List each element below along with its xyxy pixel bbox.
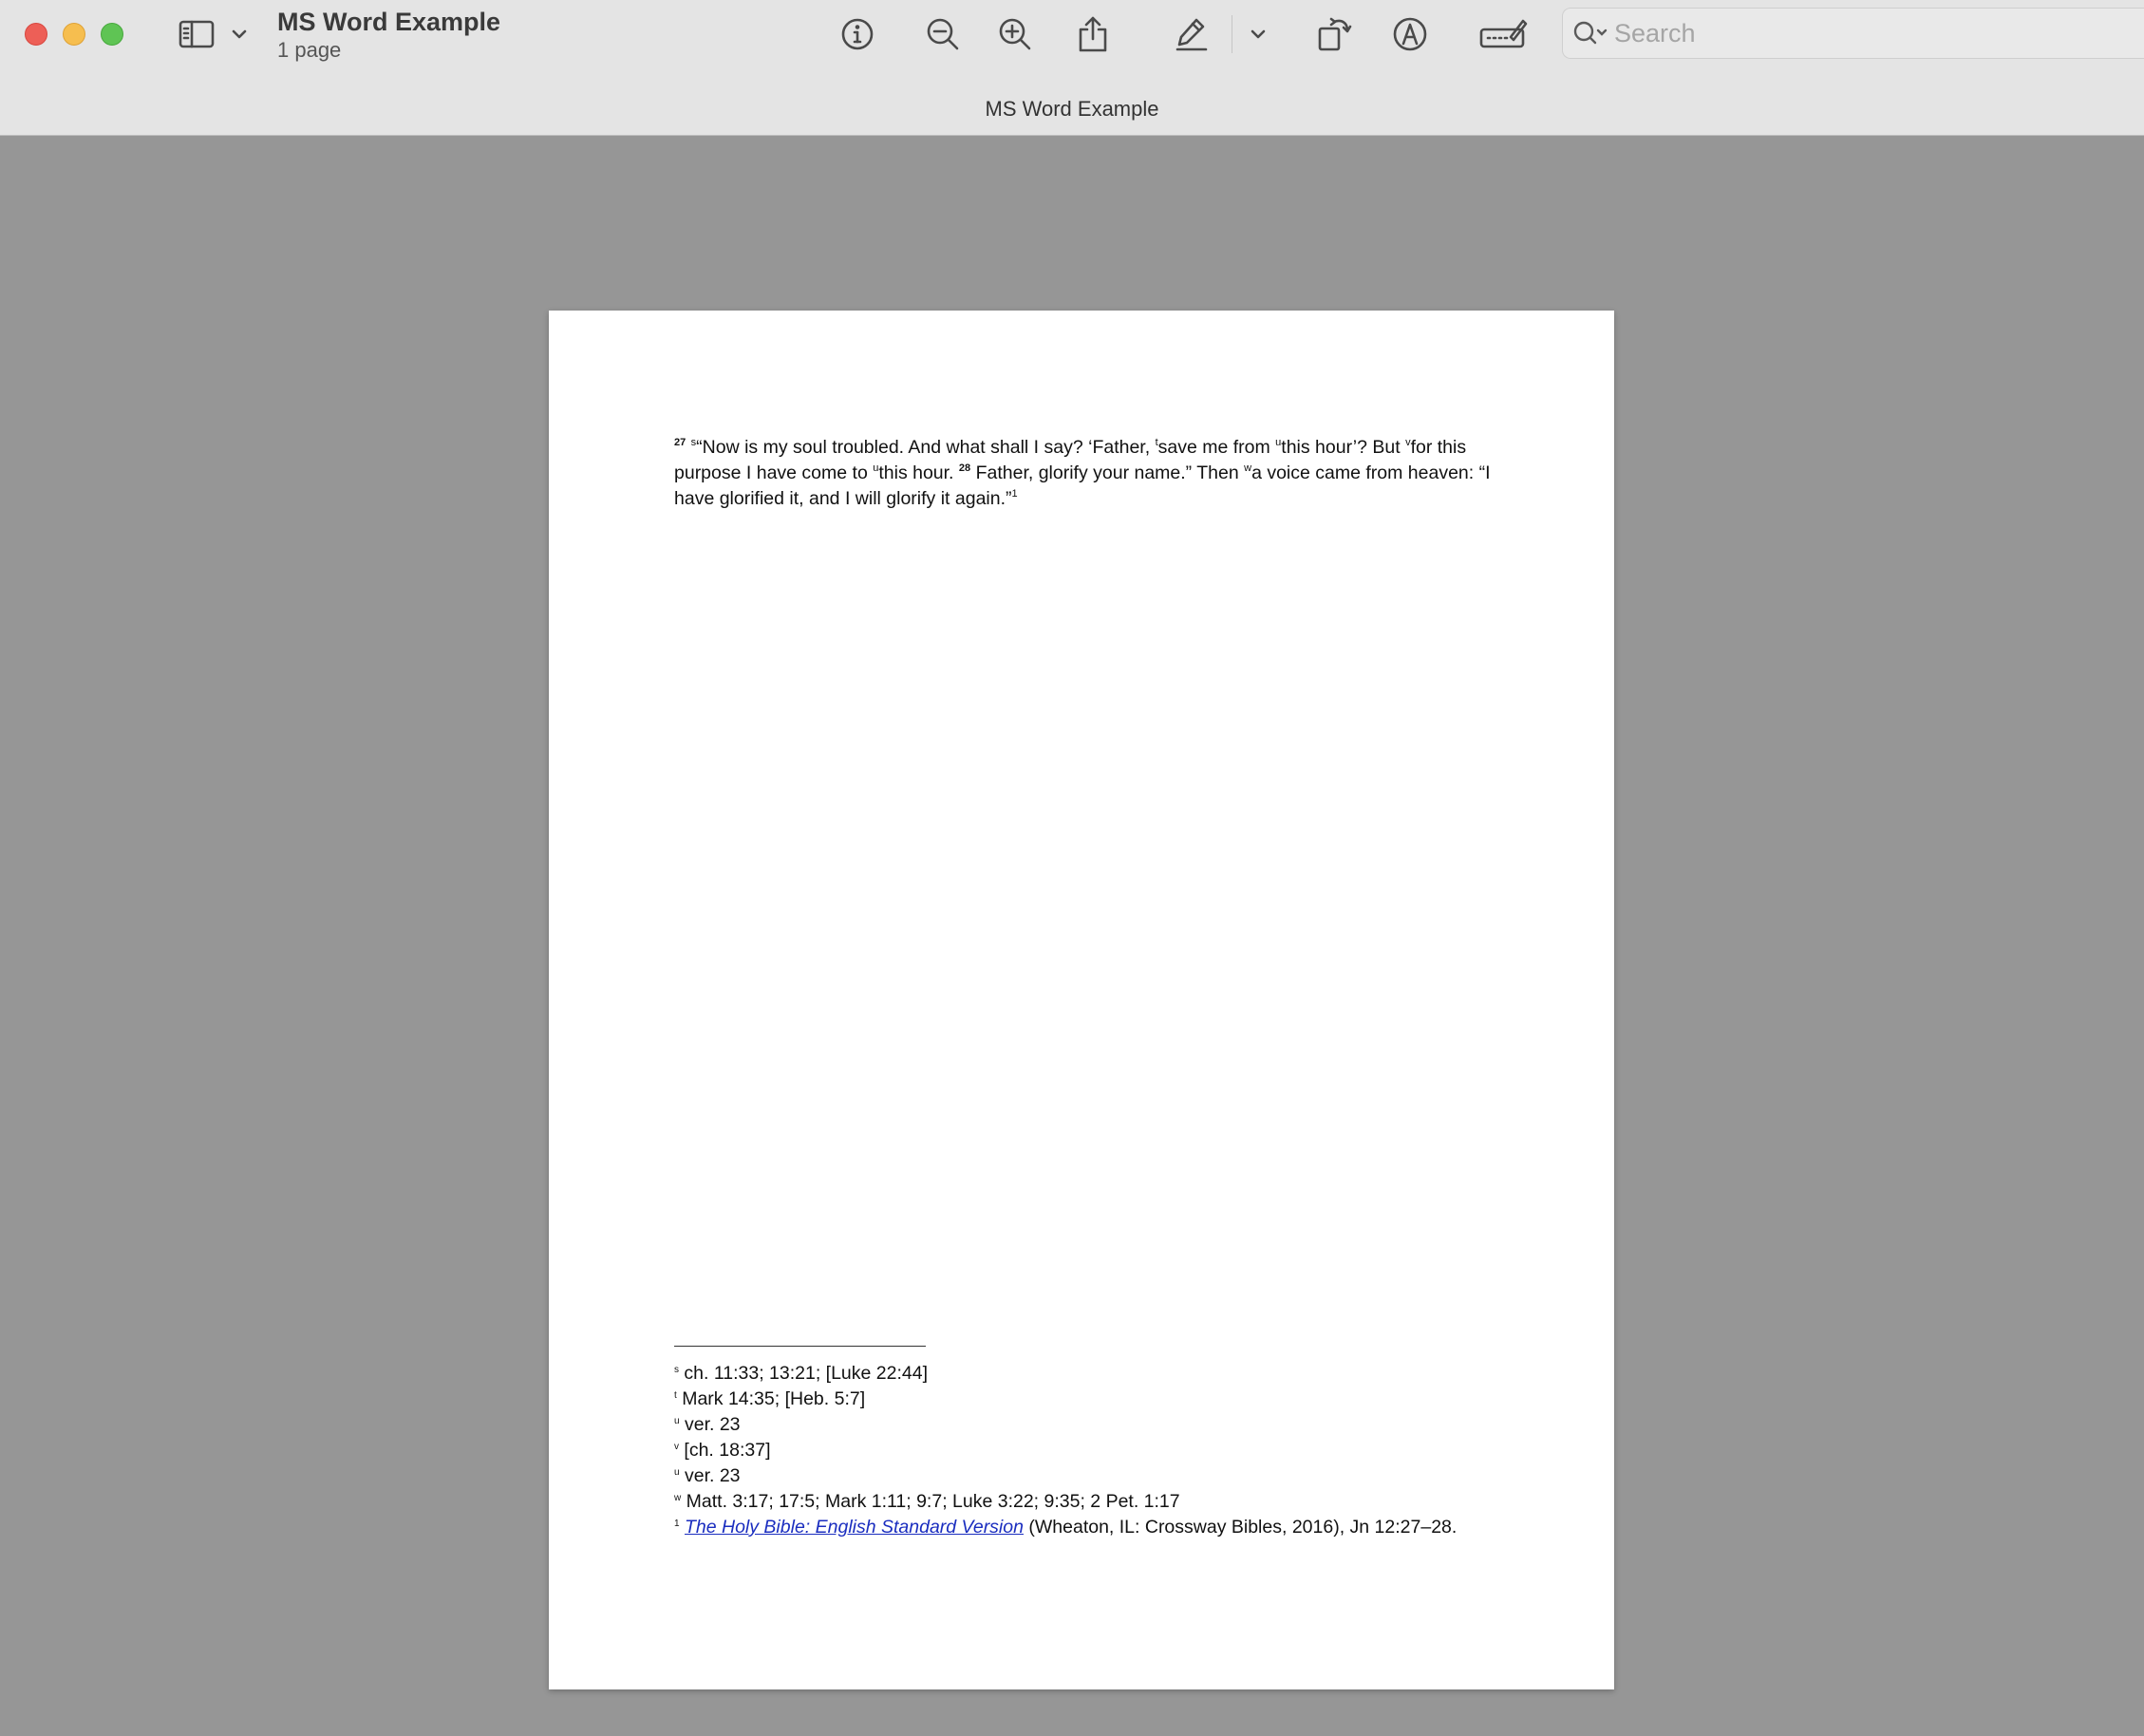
signature-icon	[1479, 19, 1528, 48]
minimize-window-button[interactable]	[63, 23, 85, 46]
window-caption: MS Word Example	[985, 97, 1159, 121]
zoom-in-icon	[999, 18, 1031, 50]
passage-fragment: “Now is my soul troubled. And what shall…	[696, 437, 1156, 458]
rotate-button[interactable]	[1312, 9, 1356, 59]
verse-number: 27	[674, 437, 686, 448]
zoom-in-button[interactable]	[993, 9, 1037, 59]
zoom-out-button[interactable]	[921, 9, 965, 59]
footnote-text: Matt. 3:17; 17:5; Mark 1:11; 9:7; Luke 3…	[686, 1491, 1180, 1512]
passage-text: 27 s“Now is my soul troubled. And what s…	[674, 435, 1510, 512]
close-window-button[interactable]	[25, 23, 47, 46]
chevron-down-icon	[1251, 29, 1266, 39]
footnote-text: ver. 23	[684, 1465, 741, 1486]
footnote-mark: 1	[674, 1519, 680, 1529]
document-page: 27 s “Now is my soul troubled. And what s…	[549, 311, 1614, 1689]
markup-icon	[1393, 17, 1427, 51]
footnote-item: u ver. 23	[674, 1463, 1510, 1489]
markup-button[interactable]	[1388, 9, 1432, 59]
signature-button[interactable]	[1477, 9, 1529, 59]
footnote-item: w Matt. 3:17; 17:5; Mark 1:11; 9:7; Luke…	[674, 1489, 1510, 1515]
footnote-mark: t	[674, 1390, 677, 1401]
source-footnote: 1 The Holy Bible: English Standard Versi…	[674, 1515, 1510, 1540]
footnote-text: ver. 23	[684, 1414, 741, 1435]
search-icon	[1573, 21, 1608, 45]
footnote-mark: u	[674, 1467, 680, 1478]
footnote-separator	[674, 1346, 926, 1347]
view-options-dropdown[interactable]	[226, 9, 253, 59]
zoom-out-icon	[927, 18, 959, 50]
info-button[interactable]	[836, 9, 879, 59]
footnote-item: v [ch. 18:37]	[674, 1438, 1510, 1463]
footnote-mark: s	[674, 1365, 679, 1375]
search-field[interactable]	[1562, 8, 2144, 59]
share-button[interactable]	[1071, 9, 1115, 59]
highlight-pen-icon	[1175, 18, 1208, 51]
footnote-item: s ch. 11:33; 13:21; [Luke 22:44]	[674, 1361, 1510, 1387]
info-icon	[841, 18, 874, 50]
sidebar-toggle-button[interactable]	[173, 9, 220, 59]
footnote-item: u ver. 23	[674, 1412, 1510, 1438]
share-icon	[1079, 16, 1107, 52]
page-count: 1 page	[277, 38, 342, 62]
highlight-button[interactable]	[1170, 9, 1213, 59]
chevron-down-icon	[232, 29, 247, 39]
title-bar: MS Word Example 1 page Search MS Word Ex…	[0, 0, 2144, 136]
source-link[interactable]: The Holy Bible: English Standard Version	[685, 1517, 1024, 1538]
passage-fragment: Father, glorify your name.” Then	[970, 462, 1245, 483]
footnote-marker: 1	[1011, 488, 1018, 500]
footnote-mark: w	[674, 1493, 682, 1503]
footnote-text: [ch. 18:37]	[684, 1440, 771, 1461]
footnote-mark: u	[674, 1416, 680, 1426]
passage-fragment: this hour.	[878, 462, 959, 483]
document-title[interactable]: MS Word Example	[277, 8, 500, 37]
zoom-window-button[interactable]	[101, 23, 123, 46]
passage-fragment: save me from	[1157, 437, 1276, 458]
search-input[interactable]	[1612, 17, 2091, 49]
highlight-options-dropdown[interactable]	[1244, 9, 1272, 59]
footnotes: s ch. 11:33; 13:21; [Luke 22:44] t Mark …	[674, 1361, 1510, 1540]
footnote-text: Mark 14:35; [Heb. 5:7]	[682, 1388, 866, 1409]
verse-number: 28	[958, 462, 971, 474]
sidebar-icon	[179, 20, 215, 48]
passage-fragment: this hour’? But	[1281, 437, 1406, 458]
footnote-text: ch. 11:33; 13:21; [Luke 22:44]	[684, 1363, 929, 1384]
footnote-mark: v	[674, 1442, 679, 1452]
footnote-marker: w	[1244, 462, 1252, 474]
source-citation: (Wheaton, IL: Crossway Bibles, 2016), Jn…	[1023, 1517, 1458, 1538]
rotate-icon	[1318, 17, 1352, 51]
footnote-item: t Mark 14:35; [Heb. 5:7]	[674, 1387, 1510, 1412]
